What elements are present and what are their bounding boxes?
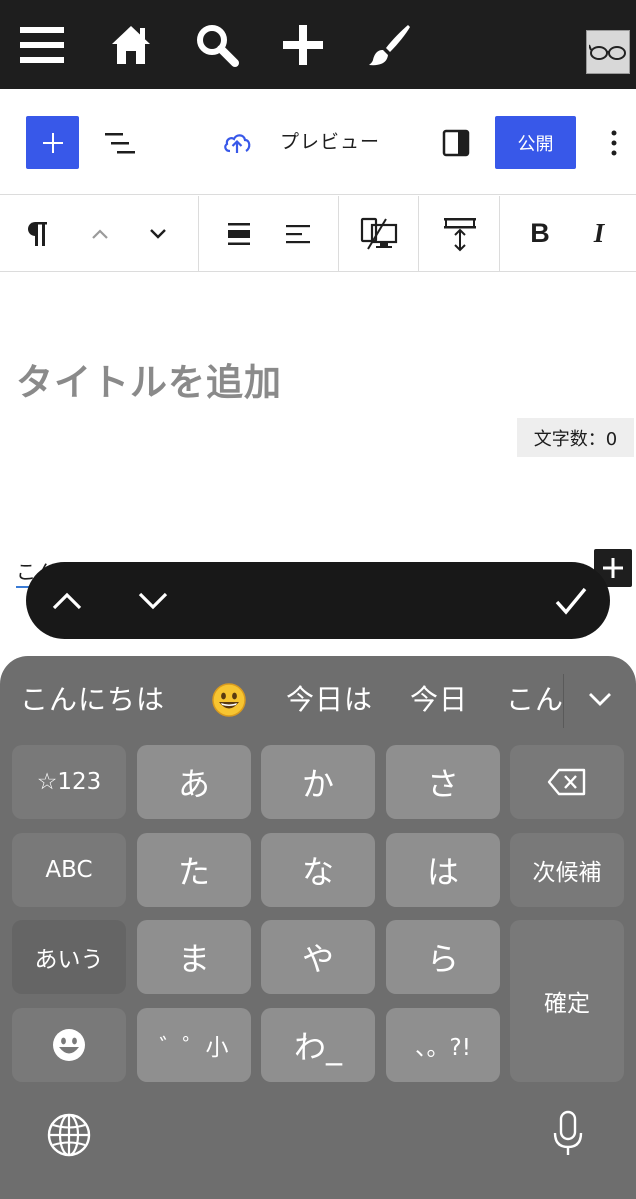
microphone-icon[interactable] bbox=[540, 1104, 596, 1164]
key-sa[interactable]: さ bbox=[386, 745, 500, 819]
plus-icon[interactable] bbox=[276, 0, 330, 89]
next-candidate-key[interactable]: 次候補 bbox=[510, 833, 624, 907]
key-ha[interactable]: は bbox=[386, 833, 500, 907]
expand-candidates-icon[interactable] bbox=[570, 676, 630, 722]
confirm-key[interactable]: 確定 bbox=[510, 920, 624, 1082]
settings-sidebar-icon[interactable] bbox=[438, 125, 474, 161]
backspace-key[interactable] bbox=[510, 745, 624, 819]
align-icon[interactable] bbox=[218, 196, 260, 271]
list-view-icon[interactable] bbox=[100, 125, 138, 161]
keyboard-accessory-bar bbox=[26, 562, 610, 639]
move-up-icon[interactable] bbox=[80, 196, 120, 271]
brush-icon[interactable] bbox=[362, 0, 416, 89]
next-field-icon[interactable] bbox=[130, 562, 176, 639]
candidate-emoji[interactable] bbox=[211, 682, 247, 725]
key-a[interactable]: あ bbox=[137, 745, 251, 819]
candidate-divider bbox=[563, 674, 564, 728]
responsive-icon[interactable] bbox=[356, 196, 402, 271]
candidate-bar: こんにちは 今日は 今日 こん bbox=[0, 656, 636, 741]
key-na[interactable]: な bbox=[261, 833, 375, 907]
more-options-icon[interactable] bbox=[602, 125, 626, 161]
spacing-icon[interactable] bbox=[437, 196, 483, 271]
done-check-icon[interactable] bbox=[546, 562, 596, 639]
japanese-keyboard: こんにちは 今日は 今日 こん ☆123 あ か さ ABC た な は 次候補… bbox=[0, 656, 636, 1199]
key-kana-mode[interactable]: あいう bbox=[12, 920, 126, 994]
candidate-item[interactable]: 今日は bbox=[286, 678, 373, 718]
paragraph-icon[interactable] bbox=[16, 196, 60, 271]
text-align-icon[interactable] bbox=[277, 196, 319, 271]
candidate-item[interactable]: 今日 bbox=[410, 678, 468, 718]
key-ta[interactable]: た bbox=[137, 833, 251, 907]
key-punctuation[interactable]: 、。?! bbox=[386, 1008, 500, 1082]
globe-icon[interactable] bbox=[40, 1106, 98, 1164]
avatar[interactable] bbox=[586, 30, 630, 74]
char-count: 文字数：0 bbox=[517, 418, 634, 457]
post-title-placeholder[interactable]: タイトルを追加 bbox=[16, 352, 282, 406]
emoji-key[interactable] bbox=[12, 1008, 126, 1082]
key-wa[interactable]: わ_ bbox=[261, 1008, 375, 1082]
block-inserter-button[interactable] bbox=[26, 116, 79, 169]
key-abc[interactable]: ABC bbox=[12, 833, 126, 907]
admin-bar bbox=[0, 0, 636, 89]
key-numbers[interactable]: ☆123 bbox=[12, 745, 126, 819]
menu-icon[interactable] bbox=[14, 0, 70, 89]
key-ra[interactable]: ら bbox=[386, 920, 500, 994]
key-ya[interactable]: や bbox=[261, 920, 375, 994]
candidate-item[interactable]: こんにちは bbox=[20, 678, 165, 718]
key-ka[interactable]: か bbox=[261, 745, 375, 819]
candidate-item[interactable]: こん bbox=[506, 678, 564, 718]
editor-toolbar: プレビュー 公開 bbox=[0, 89, 636, 195]
block-toolbar: B I bbox=[0, 196, 636, 272]
home-icon[interactable] bbox=[104, 0, 158, 89]
italic-button[interactable]: I bbox=[582, 196, 616, 271]
bold-button[interactable]: B bbox=[520, 196, 560, 271]
search-icon[interactable] bbox=[190, 0, 244, 89]
previous-field-icon[interactable] bbox=[44, 562, 90, 639]
key-dakuten[interactable]: ゛゜小 bbox=[137, 1008, 251, 1082]
preview-button[interactable]: プレビュー bbox=[280, 127, 380, 154]
publish-button[interactable]: 公開 bbox=[495, 116, 576, 169]
key-ma[interactable]: ま bbox=[137, 920, 251, 994]
move-down-icon[interactable] bbox=[138, 196, 178, 271]
cloud-upload-icon[interactable] bbox=[220, 125, 254, 161]
